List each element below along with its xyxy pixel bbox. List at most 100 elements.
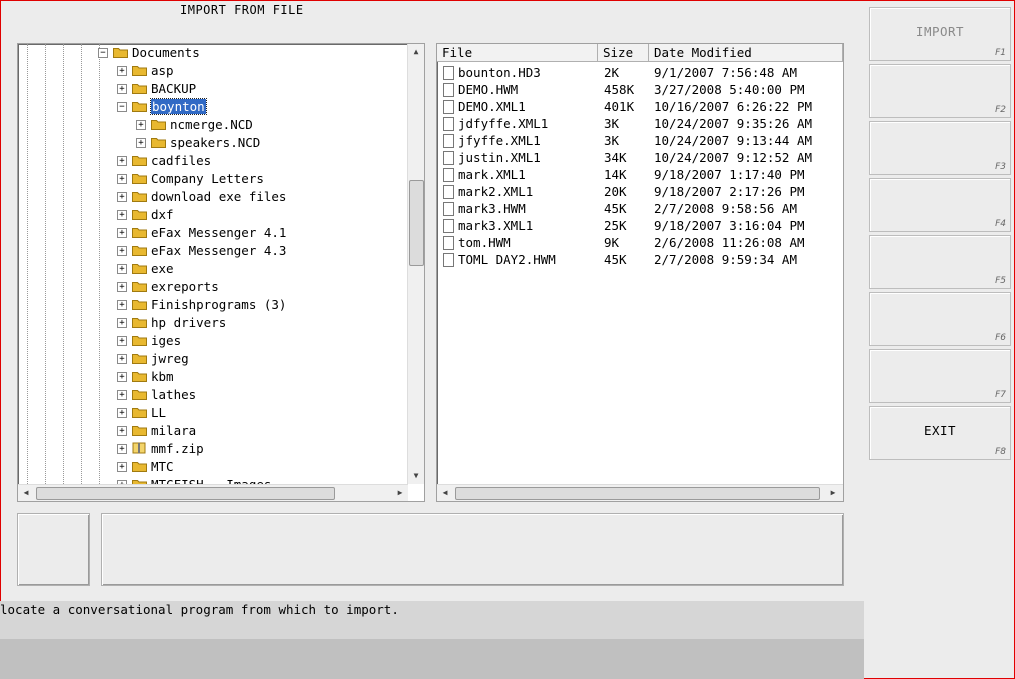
status-bar: locate a conversational program from whi…: [0, 601, 864, 639]
expand-icon[interactable]: +: [117, 336, 127, 346]
tree-node-label: eFax Messenger 4.1: [151, 225, 287, 240]
collapse-icon[interactable]: −: [117, 102, 127, 112]
tree-node[interactable]: + Finishprograms (3): [18, 296, 408, 314]
tree-node[interactable]: + exe: [18, 260, 408, 278]
scroll-up-icon[interactable]: ▲: [408, 44, 424, 60]
expand-icon[interactable]: +: [117, 84, 127, 94]
tree-node-label: exreports: [151, 279, 219, 294]
expand-icon[interactable]: +: [117, 282, 127, 292]
zip-folder-icon: [132, 442, 146, 454]
file-row[interactable]: mark.XML1 14K 9/18/2007 1:17:40 PM: [437, 166, 837, 183]
tree-hscroll-thumb[interactable]: [36, 487, 335, 500]
file-row[interactable]: jfyffe.XML1 3K 10/24/2007 9:13:44 AM: [437, 132, 837, 149]
file-row[interactable]: mark3.XML1 25K 9/18/2007 3:16:04 PM: [437, 217, 837, 234]
expand-icon[interactable]: +: [117, 156, 127, 166]
tree-vertical-scrollbar[interactable]: ▲ ▼: [407, 44, 424, 484]
scroll-down-icon[interactable]: ▼: [408, 468, 424, 484]
file-row[interactable]: jdfyffe.XML1 3K 10/24/2007 9:35:26 AM: [437, 115, 837, 132]
tree-node[interactable]: + dxf: [18, 206, 408, 224]
function-key-f7[interactable]: F7: [869, 349, 1011, 403]
tree-node[interactable]: + BACKUP: [18, 80, 408, 98]
expand-icon[interactable]: +: [117, 300, 127, 310]
folder-icon: [132, 66, 147, 76]
function-key-f5[interactable]: F5: [869, 235, 1011, 289]
expand-icon[interactable]: +: [117, 66, 127, 76]
tree-node[interactable]: + Company Letters: [18, 170, 408, 188]
scroll-right-icon[interactable]: ▶: [825, 485, 841, 501]
function-key-f6[interactable]: F6: [869, 292, 1011, 346]
tree-node[interactable]: + cadfiles: [18, 152, 408, 170]
tree-node-label: BACKUP: [151, 81, 197, 96]
tree-node[interactable]: + eFax Messenger 4.1: [18, 224, 408, 242]
expand-icon[interactable]: +: [117, 210, 127, 220]
file-row[interactable]: mark2.XML1 20K 9/18/2007 2:17:26 PM: [437, 183, 837, 200]
tree-node[interactable]: + MTC: [18, 458, 408, 476]
expand-icon[interactable]: +: [117, 354, 127, 364]
function-key-f4[interactable]: F4: [869, 178, 1011, 232]
folder-tree-panel[interactable]: − Documents + asp + BACKUP − boynton + ncmerge.NC…: [17, 43, 425, 502]
expand-icon[interactable]: +: [117, 426, 127, 436]
tree-node[interactable]: + download exe files: [18, 188, 408, 206]
expand-icon[interactable]: +: [117, 228, 127, 238]
expand-icon[interactable]: +: [117, 408, 127, 418]
folder-icon: [132, 264, 147, 274]
expand-icon[interactable]: +: [117, 372, 127, 382]
file-icon: [443, 117, 454, 131]
scroll-left-icon[interactable]: ◀: [18, 485, 34, 501]
column-header-date-modified[interactable]: Date Modified: [649, 44, 843, 62]
tree-node[interactable]: + mmf.zip: [18, 440, 408, 458]
expand-icon[interactable]: +: [117, 192, 127, 202]
file-row[interactable]: justin.XML1 34K 10/24/2007 9:12:52 AM: [437, 149, 837, 166]
tree-node[interactable]: + iges: [18, 332, 408, 350]
tree-node[interactable]: + ncmerge.NCD: [18, 116, 408, 134]
tree-horizontal-scrollbar[interactable]: ◀ ▶: [18, 484, 408, 501]
expand-icon[interactable]: +: [117, 462, 127, 472]
expand-icon[interactable]: +: [117, 246, 127, 256]
function-key-f2[interactable]: F2: [869, 64, 1011, 118]
file-horizontal-scrollbar[interactable]: ◀ ▶: [437, 484, 843, 501]
file-icon: [443, 66, 454, 80]
tree-node[interactable]: + hp drivers: [18, 314, 408, 332]
scroll-left-icon[interactable]: ◀: [437, 485, 453, 501]
tree-node[interactable]: − boynton: [18, 98, 408, 116]
tree-node[interactable]: + jwreg: [18, 350, 408, 368]
file-row[interactable]: mark3.HWM 45K 2/7/2008 9:58:56 AM: [437, 200, 837, 217]
file-row[interactable]: TOML DAY2.HWM 45K 2/7/2008 9:59:34 AM: [437, 251, 837, 268]
tree-node[interactable]: + asp: [18, 62, 408, 80]
file-list-panel[interactable]: File Size Date Modified bounton.HD3 2K 9/1…: [436, 43, 844, 502]
tree-node[interactable]: + lathes: [18, 386, 408, 404]
file-row[interactable]: tom.HWM 9K 2/6/2008 11:26:08 AM: [437, 234, 837, 251]
expand-icon[interactable]: +: [136, 120, 146, 130]
column-header-file[interactable]: File: [437, 44, 598, 62]
tree-vscroll-thumb[interactable]: [409, 180, 424, 266]
scroll-right-icon[interactable]: ▶: [392, 485, 408, 501]
status-bar-lower: [0, 639, 864, 679]
file-size: 25K: [604, 218, 627, 233]
tree-node[interactable]: + milara: [18, 422, 408, 440]
tree-node[interactable]: + eFax Messenger 4.3: [18, 242, 408, 260]
file-row[interactable]: bounton.HD3 2K 9/1/2007 7:56:48 AM: [437, 64, 837, 81]
file-hscroll-thumb[interactable]: [455, 487, 820, 500]
file-size: 3K: [604, 133, 620, 148]
column-header-size[interactable]: Size: [598, 44, 649, 62]
expand-icon[interactable]: +: [117, 444, 127, 454]
tree-node[interactable]: − Documents: [18, 44, 408, 62]
expand-icon[interactable]: +: [117, 390, 127, 400]
function-key-f1[interactable]: IMPORT F1: [869, 7, 1011, 61]
expand-icon[interactable]: +: [117, 174, 127, 184]
function-key-f3[interactable]: F3: [869, 121, 1011, 175]
tree-node[interactable]: + speakers.NCD: [18, 134, 408, 152]
tree-node[interactable]: + exreports: [18, 278, 408, 296]
tree-node-label: kbm: [151, 369, 174, 384]
expand-icon[interactable]: +: [117, 318, 127, 328]
file-row[interactable]: DEMO.HWM 458K 3/27/2008 5:40:00 PM: [437, 81, 837, 98]
tree-node[interactable]: + kbm: [18, 368, 408, 386]
collapse-icon[interactable]: −: [98, 48, 108, 58]
expand-icon[interactable]: +: [136, 138, 146, 148]
folder-icon: [132, 318, 147, 328]
file-row[interactable]: DEMO.XML1 401K 10/16/2007 6:26:22 PM: [437, 98, 837, 115]
tree-node[interactable]: + LL: [18, 404, 408, 422]
expand-icon[interactable]: +: [117, 264, 127, 274]
tree-node-label: download exe files: [151, 189, 287, 204]
function-key-f8[interactable]: EXIT F8: [869, 406, 1011, 460]
